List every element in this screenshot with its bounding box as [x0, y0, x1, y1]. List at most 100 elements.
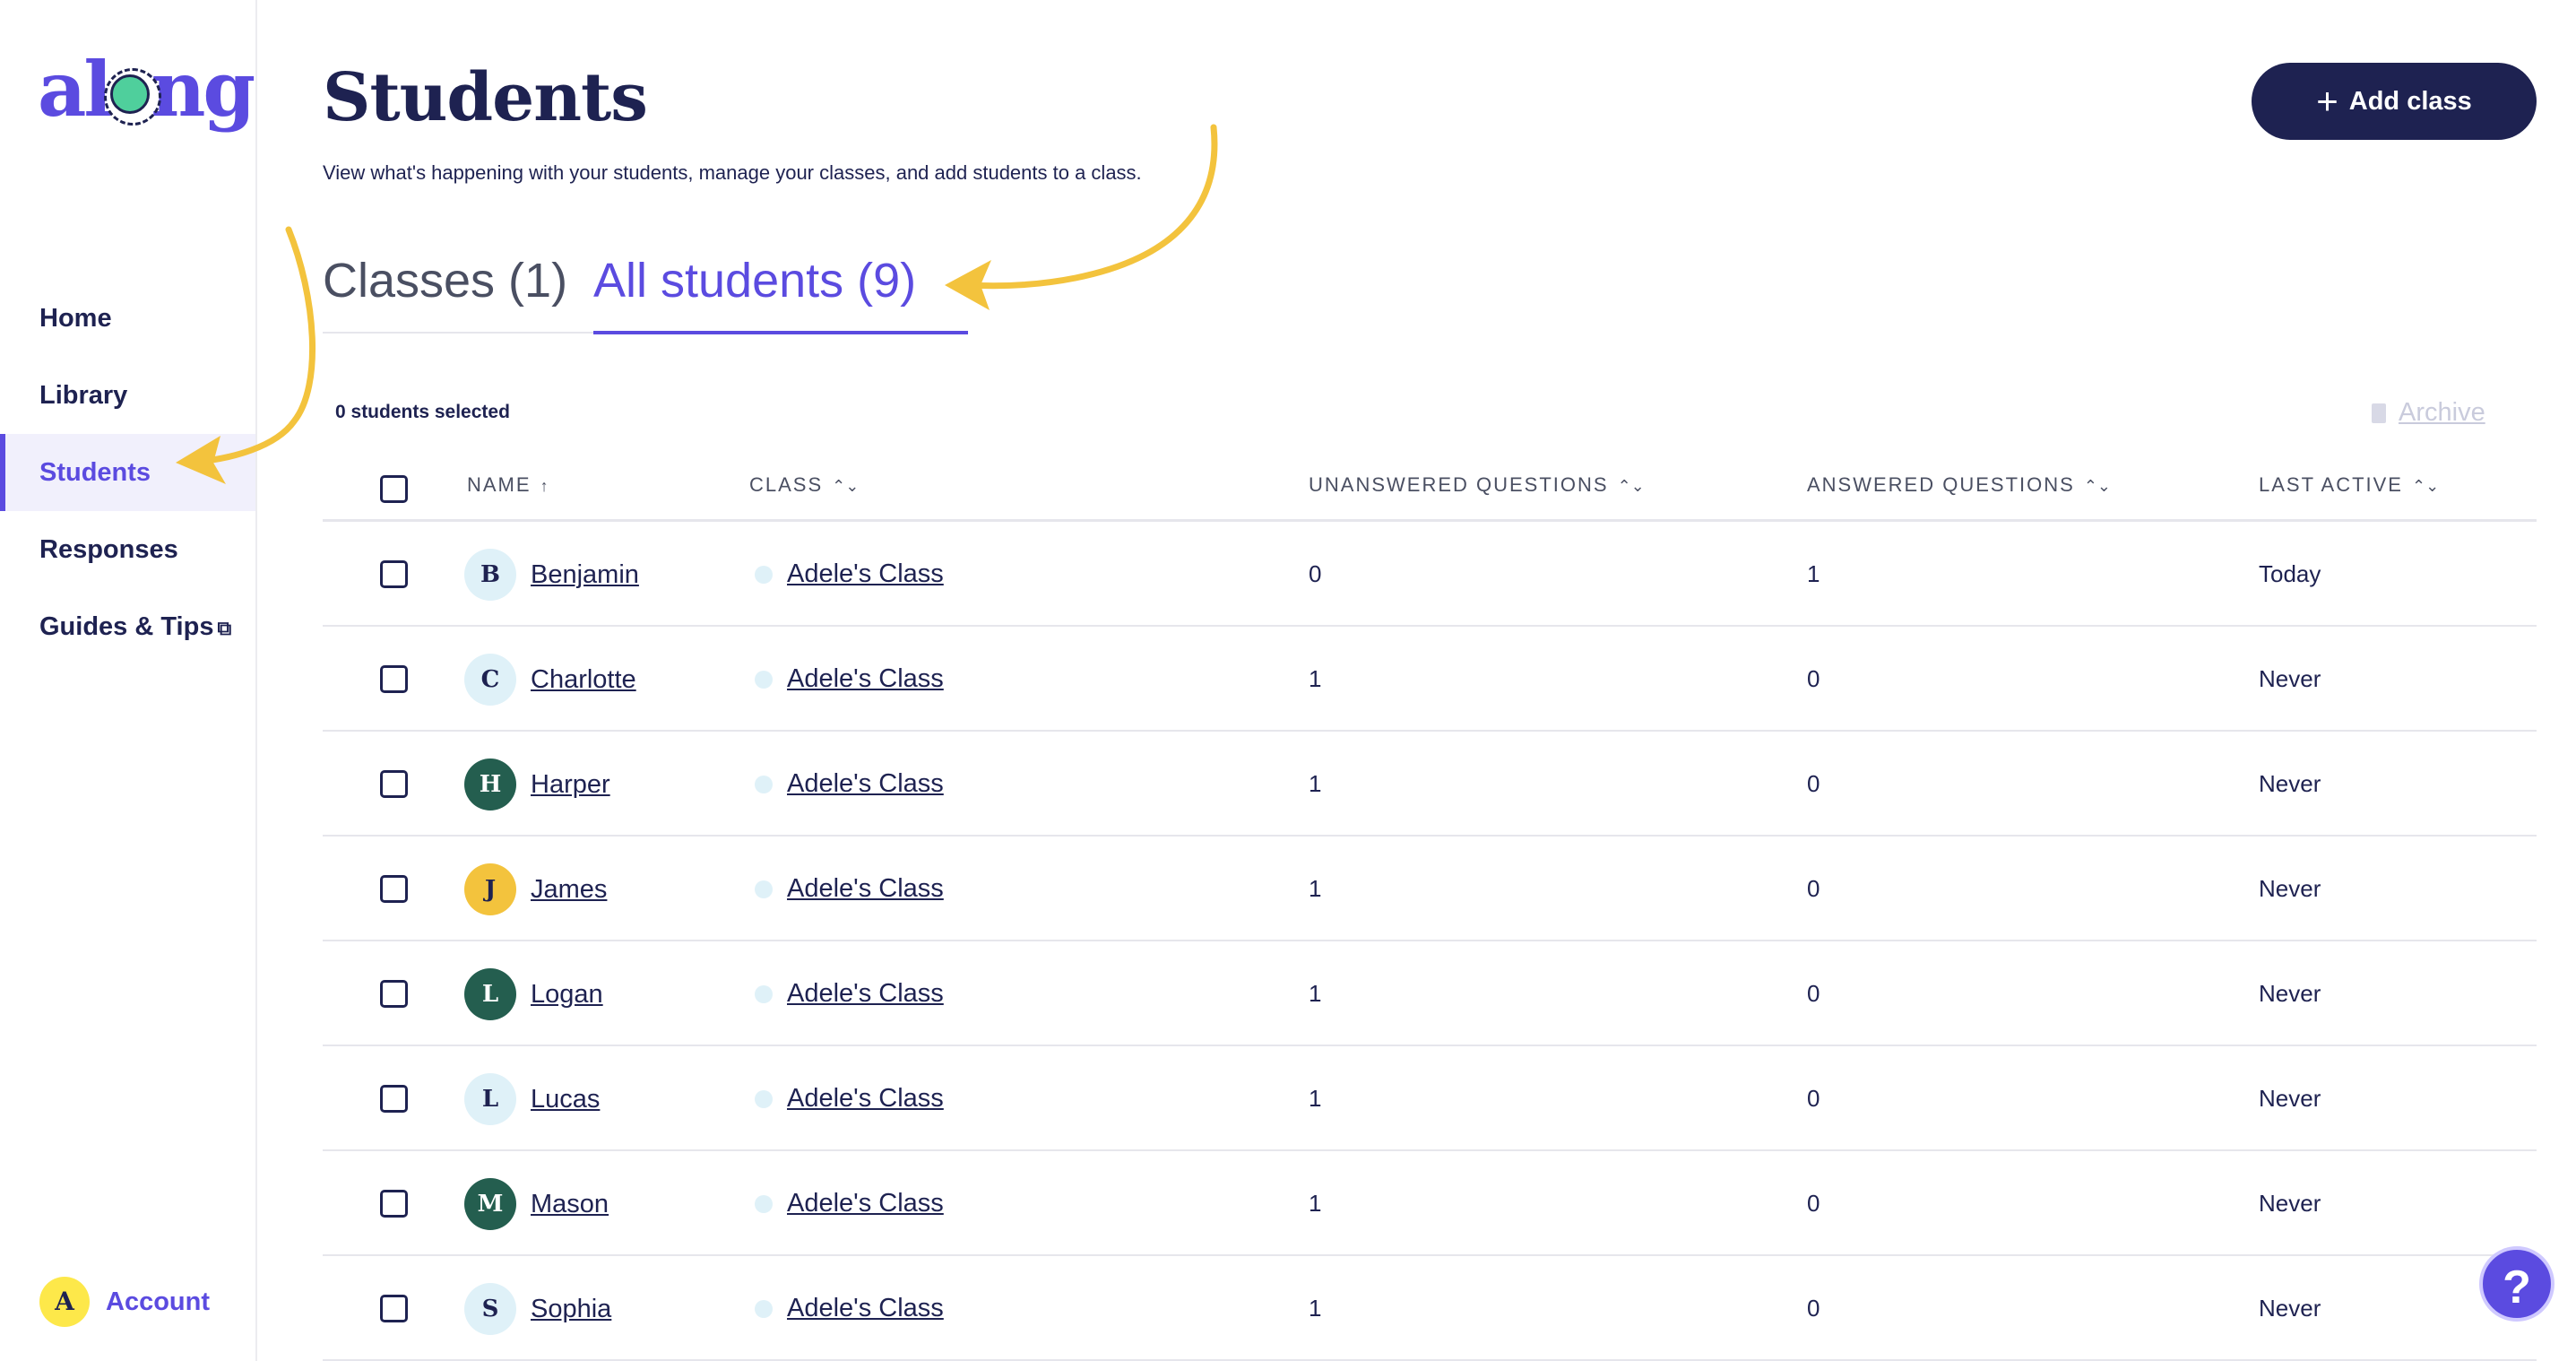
along-logo[interactable]: al ng	[38, 52, 255, 127]
sidebar-item-guides-tips[interactable]: Guides & Tips ⧉	[0, 588, 255, 665]
student-cell: S Sophia	[464, 1283, 611, 1335]
account-menu[interactable]: A Account	[39, 1277, 210, 1327]
row-checkbox[interactable]	[380, 560, 408, 588]
table-row: J James Adele's Class 1 0 Never	[323, 837, 2537, 941]
tab-classes[interactable]: Classes (1)	[323, 253, 567, 308]
unanswered-count: 1	[1309, 770, 1322, 797]
class-link[interactable]: Adele's Class	[787, 874, 944, 904]
add-class-label: Add class	[2348, 86, 2472, 116]
class-dot-icon	[755, 984, 773, 1003]
student-cell: L Logan	[464, 968, 603, 1020]
row-checkbox[interactable]	[380, 875, 408, 903]
students-table: NAME ↑ CLASS ⌃⌄ UNANSWERED QUESTIONS ⌃⌄ ANS…	[323, 448, 2537, 1361]
archive-button[interactable]: Archive	[2372, 398, 2485, 428]
add-class-button[interactable]: + Add class	[2252, 63, 2537, 140]
table-header: NAME ↑ CLASS ⌃⌄ UNANSWERED QUESTIONS ⌃⌄ ANS…	[323, 448, 2537, 522]
class-dot-icon	[755, 1299, 773, 1318]
class-cell: Adele's Class	[755, 979, 944, 1009]
student-name-link[interactable]: Harper	[531, 770, 610, 800]
row-checkbox[interactable]	[380, 1085, 408, 1113]
external-link-icon: ⧉	[217, 617, 232, 639]
answered-count: 0	[1807, 665, 1820, 692]
sidebar-item-label: Guides & Tips	[39, 612, 214, 641]
last-active: Never	[2259, 875, 2321, 902]
last-active: Never	[2259, 1295, 2321, 1322]
plus-icon: +	[2316, 80, 2338, 122]
class-link[interactable]: Adele's Class	[787, 559, 944, 589]
sort-icon: ⌃⌄	[832, 477, 860, 495]
student-cell: H Harper	[464, 759, 610, 811]
table-row: B Benjamin Adele's Class 0 1 Today	[323, 522, 2537, 627]
table-row: H Harper Adele's Class 1 0 Never	[323, 732, 2537, 837]
class-cell: Adele's Class	[755, 1294, 944, 1323]
table-row: C Charlotte Adele's Class 1 0 Never	[323, 627, 2537, 732]
tabs: Classes (1) All students (9)	[323, 242, 968, 334]
class-dot-icon	[755, 1194, 773, 1213]
sidebar: al ng Home Library Students Responses Gui…	[0, 0, 257, 1361]
avatar: L	[464, 968, 516, 1020]
column-header-answered[interactable]: ANSWERED QUESTIONS ⌃⌄	[1807, 473, 2111, 497]
sidebar-nav: Home Library Students Responses Guides &…	[0, 280, 255, 665]
class-dot-icon	[755, 670, 773, 689]
avatar: C	[464, 654, 516, 706]
class-cell: Adele's Class	[755, 874, 944, 904]
column-header-name[interactable]: NAME ↑	[467, 473, 549, 497]
class-dot-icon	[755, 1089, 773, 1108]
sidebar-item-students[interactable]: Students	[0, 434, 255, 511]
sidebar-item-home[interactable]: Home	[0, 280, 255, 357]
trash-icon	[2372, 403, 2386, 423]
active-tab-indicator	[593, 331, 968, 334]
avatar: M	[464, 1178, 516, 1230]
class-cell: Adele's Class	[755, 1189, 944, 1218]
class-cell: Adele's Class	[755, 664, 944, 694]
student-name-link[interactable]: Charlotte	[531, 665, 636, 695]
select-all-checkbox[interactable]	[380, 475, 408, 503]
row-checkbox[interactable]	[380, 1295, 408, 1322]
student-cell: L Lucas	[464, 1073, 600, 1125]
student-name-link[interactable]: Logan	[531, 980, 603, 1010]
table-row: S Sophia Adele's Class 1 0 Never	[323, 1256, 2537, 1361]
class-link[interactable]: Adele's Class	[787, 1189, 944, 1218]
table-row: M Mason Adele's Class 1 0 Never	[323, 1151, 2537, 1256]
selected-count: 0 students selected	[335, 402, 510, 422]
column-header-class[interactable]: CLASS ⌃⌄	[749, 473, 859, 497]
sun-face-icon	[104, 68, 162, 126]
class-link[interactable]: Adele's Class	[787, 1084, 944, 1114]
row-checkbox[interactable]	[380, 1190, 408, 1218]
unanswered-count: 1	[1309, 665, 1322, 692]
avatar: H	[464, 759, 516, 811]
column-header-last-active[interactable]: LAST ACTIVE ⌃⌄	[2259, 473, 2439, 497]
row-checkbox[interactable]	[380, 665, 408, 693]
class-link[interactable]: Adele's Class	[787, 1294, 944, 1323]
row-checkbox[interactable]	[380, 980, 408, 1008]
row-checkbox[interactable]	[380, 770, 408, 798]
page-subtitle: View what's happening with your students…	[323, 161, 1142, 184]
class-cell: Adele's Class	[755, 559, 944, 589]
student-name-link[interactable]: Lucas	[531, 1085, 600, 1114]
sidebar-item-responses[interactable]: Responses	[0, 511, 255, 588]
sort-ascending-icon: ↑	[540, 477, 549, 495]
student-cell: J James	[464, 863, 607, 915]
account-label: Account	[106, 1287, 210, 1316]
student-name-link[interactable]: Mason	[531, 1190, 609, 1219]
class-link[interactable]: Adele's Class	[787, 979, 944, 1009]
answered-count: 0	[1807, 1295, 1820, 1322]
column-header-unanswered[interactable]: UNANSWERED QUESTIONS ⌃⌄	[1309, 473, 1645, 497]
last-active: Never	[2259, 1085, 2321, 1112]
sidebar-item-library[interactable]: Library	[0, 357, 255, 434]
class-link[interactable]: Adele's Class	[787, 769, 944, 799]
sort-icon: ⌃⌄	[2411, 477, 2440, 495]
student-name-link[interactable]: James	[531, 875, 607, 905]
answered-count: 0	[1807, 770, 1820, 797]
arrow-to-all-students-tab	[964, 124, 1218, 290]
class-link[interactable]: Adele's Class	[787, 664, 944, 694]
tab-all-students[interactable]: All students (9)	[593, 253, 916, 308]
student-name-link[interactable]: Sophia	[531, 1295, 611, 1324]
answered-count: 0	[1807, 1190, 1820, 1217]
student-name-link[interactable]: Benjamin	[531, 560, 639, 590]
last-active: Never	[2259, 665, 2321, 692]
last-active: Today	[2259, 560, 2321, 587]
class-dot-icon	[755, 880, 773, 898]
help-button[interactable]: ?	[2479, 1246, 2554, 1322]
avatar: L	[464, 1073, 516, 1125]
